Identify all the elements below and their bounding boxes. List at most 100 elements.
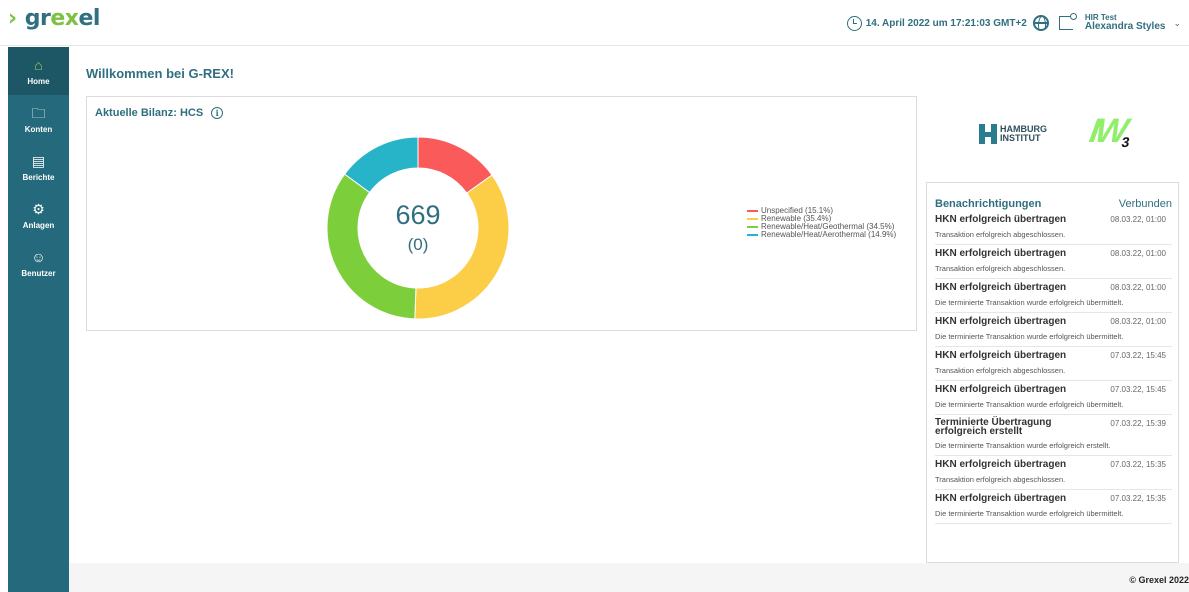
logo-text-part2: ex: [50, 6, 79, 31]
notification-message: Transaktion erfolgreich abgeschlossen.: [935, 230, 1066, 239]
iw3-logo: IW3: [1087, 112, 1135, 151]
notification-date: 07.03.22, 15:45: [1110, 385, 1166, 394]
notification-header: HKN erfolgreich übertragen 08.03.22, 01:0…: [935, 248, 1166, 259]
info-icon[interactable]: i: [211, 107, 224, 119]
notification-date: 07.03.22, 15:35: [1110, 460, 1166, 469]
balance-title: Aktuelle Bilanz: HCS i: [95, 107, 224, 119]
center-subvalue: (0): [407, 235, 429, 254]
globe-icon[interactable]: [1032, 15, 1049, 31]
current-datetime: 14. April 2022 um 17:21:03 GMT+2: [865, 17, 1027, 29]
sidebar-item-label: Benutzer: [21, 268, 56, 278]
notification-item[interactable]: HKN erfolgreich übertragen 07.03.22, 15:4…: [935, 347, 1172, 381]
notification-title: HKN erfolgreich übertragen: [935, 459, 1067, 470]
notification-header: Terminierte Übertragung erfolgreich erst…: [935, 417, 1166, 437]
hamburg-institut-logo: HAMBURG INSTITUT: [979, 124, 1047, 144]
notification-title: HKN erfolgreich übertragen: [935, 214, 1067, 225]
logo-chevron: ›: [8, 6, 24, 31]
chevron-down-icon[interactable]: ⌄: [1173, 18, 1181, 29]
footer: © Grexel 2022: [69, 563, 1189, 592]
partner-logos: HAMBURG INSTITUT IW3: [925, 107, 1179, 167]
notification-header: HKN erfolgreich übertragen 07.03.22, 15:4…: [935, 384, 1166, 395]
notification-message: Die terminierte Transaktion wurde erfolg…: [935, 441, 1111, 450]
user-menu[interactable]: HIR Test Alexandra Styles: [1084, 13, 1166, 33]
notification-title: Terminierte Übertragung erfolgreich erst…: [935, 417, 1052, 437]
notification-item[interactable]: HKN erfolgreich übertragen 07.03.22, 15:3…: [935, 490, 1172, 524]
hamburg-institut-mark: [979, 124, 997, 144]
legend-swatch: [747, 234, 758, 236]
notification-header: HKN erfolgreich übertragen 07.03.22, 15:4…: [935, 350, 1166, 361]
notification-date: 07.03.22, 15:35: [1110, 494, 1166, 503]
notification-message: Transaktion erfolgreich abgeschlossen.: [935, 475, 1066, 484]
notification-date: 07.03.22, 15:45: [1110, 351, 1166, 360]
sidebar-item-berichte[interactable]: ▤ Berichte: [8, 143, 69, 191]
notification-item[interactable]: HKN erfolgreich übertragen 07.03.22, 15:4…: [935, 381, 1172, 415]
notification-title: HKN erfolgreich übertragen: [935, 493, 1067, 504]
grexel-logo[interactable]: › grexel: [8, 6, 100, 31]
legend-swatch: [747, 226, 758, 228]
sidebar-item-label: Berichte: [22, 172, 55, 182]
hamburg-text-line2: INSTITUT: [1000, 133, 1041, 143]
notification-message: Die terminierte Transaktion wurde erfolg…: [935, 400, 1124, 409]
notification-item[interactable]: HKN erfolgreich übertragen 07.03.22, 15:3…: [935, 456, 1172, 490]
legend-swatch: [747, 218, 758, 220]
notification-item[interactable]: HKN erfolgreich übertragen 08.03.22, 01:0…: [935, 313, 1172, 347]
sidebar-item-label: Home: [27, 76, 50, 86]
notification-header: HKN erfolgreich übertragen 08.03.22, 01:0…: [935, 214, 1166, 225]
notification-title: HKN erfolgreich übertragen: [935, 248, 1067, 259]
notifications-list: HKN erfolgreich übertragen 08.03.22, 01:0…: [927, 211, 1178, 524]
notification-item[interactable]: HKN erfolgreich übertragen 08.03.22, 01:0…: [935, 245, 1172, 279]
top-bar: › grexel 14. April 2022 um 17:21:03 GMT+…: [0, 0, 1189, 46]
notification-message: Die terminierte Transaktion wurde erfolg…: [935, 298, 1124, 307]
legend-item[interactable]: Renewable/Heat/Aerothermal (14.9%): [747, 231, 896, 239]
notification-item[interactable]: HKN erfolgreich übertragen 08.03.22, 01:0…: [935, 211, 1172, 245]
notification-title: HKN erfolgreich übertragen: [935, 316, 1067, 327]
notifications-header: Benachrichtigungen Verbunden: [927, 183, 1178, 211]
notification-date: 08.03.22, 01:00: [1110, 249, 1166, 258]
user-name: Alexandra Styles: [1084, 20, 1166, 32]
sidebar-item-label: Anlagen: [22, 220, 55, 230]
notification-message: Transaktion erfolgreich abgeschlossen.: [935, 264, 1066, 273]
sidebar-item-label: Konten: [24, 124, 53, 134]
sidebar-item-benutzer[interactable]: ☺ Benutzer: [8, 239, 69, 287]
center-value: 669: [395, 200, 441, 230]
sidebar-item-anlagen[interactable]: ⚙ Anlagen: [8, 191, 69, 239]
notification-message: Die terminierte Transaktion wurde erfolg…: [935, 509, 1124, 518]
header-actions: 14. April 2022 um 17:21:03 GMT+2 HIR Tes…: [846, 0, 1189, 46]
donut-chart: 669 (0): [327, 137, 509, 319]
legend-label: Renewable/Heat/Aerothermal (14.9%): [761, 230, 897, 239]
notification-date: 08.03.22, 01:00: [1110, 317, 1166, 326]
page-title: Willkommen bei G-REX!: [86, 66, 234, 81]
notification-message: Die terminierte Transaktion wurde erfolg…: [935, 332, 1124, 341]
notification-message: Transaktion erfolgreich abgeschlossen.: [935, 366, 1066, 375]
logout-icon[interactable]: [1058, 13, 1077, 30]
logo-text-part3: el: [78, 6, 100, 31]
clock-icon: [846, 15, 862, 31]
main-content: Willkommen bei G-REX! Aktuelle Bilanz: H…: [69, 47, 1189, 563]
notification-title: HKN erfolgreich übertragen: [935, 282, 1067, 293]
document-icon: ▤: [31, 152, 46, 169]
notification-header: HKN erfolgreich übertragen 07.03.22, 15:3…: [935, 493, 1166, 504]
notifications-panel: Benachrichtigungen Verbunden HKN erfolgr…: [926, 182, 1179, 563]
sidebar-item-konten[interactable]: 🗀 Konten: [8, 95, 69, 143]
notification-header: HKN erfolgreich übertragen 07.03.22, 15:3…: [935, 459, 1166, 470]
user-icon: ☺: [31, 248, 46, 265]
legend-swatch: [747, 210, 758, 212]
notification-title: HKN erfolgreich übertragen: [935, 384, 1067, 395]
notification-item[interactable]: Terminierte Übertragung erfolgreich erst…: [935, 415, 1172, 456]
notification-date: 08.03.22, 01:00: [1110, 215, 1166, 224]
hamburg-institut-text: HAMBURG INSTITUT: [1000, 125, 1047, 143]
notifications-title: Benachrichtigungen: [935, 198, 1042, 210]
sidebar-item-home[interactable]: ⌂ Home: [8, 47, 69, 95]
notification-header: HKN erfolgreich übertragen 08.03.22, 01:0…: [935, 316, 1166, 327]
iw3-logo-sub: 3: [1120, 134, 1131, 150]
sidebar: ⌂ Home 🗀 Konten ▤ Berichte ⚙ Anlagen ☺ B…: [8, 47, 69, 592]
notification-title: HKN erfolgreich übertragen: [935, 350, 1067, 361]
copyright: © Grexel 2022: [1129, 575, 1189, 585]
connection-status: Verbunden: [1118, 198, 1172, 210]
home-icon: ⌂: [34, 56, 43, 73]
balance-card: Aktuelle Bilanz: HCS i 669 (0) Unspecifi…: [86, 96, 917, 331]
notification-item[interactable]: HKN erfolgreich übertragen 08.03.22, 01:0…: [935, 279, 1172, 313]
notification-date: 08.03.22, 01:00: [1110, 283, 1166, 292]
gears-icon: ⚙: [32, 200, 45, 217]
logo-text-part1: gr: [24, 6, 51, 31]
